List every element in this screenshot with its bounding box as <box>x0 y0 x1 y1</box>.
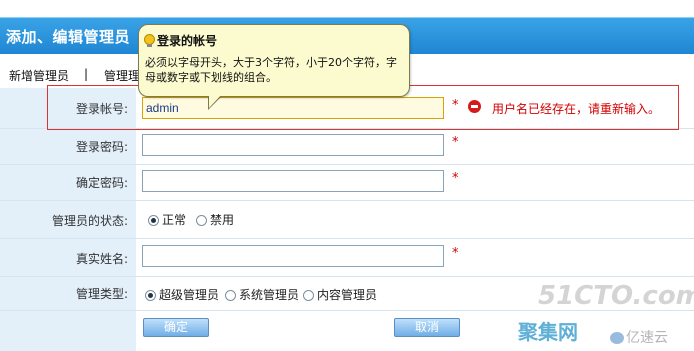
type-option-content[interactable]: 内容管理员 <box>303 286 377 303</box>
type-option-system[interactable]: 系统管理员 <box>225 286 299 303</box>
watermark-yisu: 亿速云 <box>610 327 668 347</box>
password-input[interactable] <box>142 134 444 156</box>
radio-system-admin[interactable] <box>225 290 236 301</box>
radio-disabled[interactable] <box>196 215 207 226</box>
account-error-message: 用户名已经存在，请重新输入。 <box>492 102 661 116</box>
tooltip-body: 必须以字母开头，大于3个字符，小于20个字符，字母或数字或下划线的组合。 <box>145 56 397 84</box>
realname-input[interactable] <box>142 245 444 267</box>
watermark-51cto: 51CTO.com <box>538 281 694 311</box>
error-icon <box>468 100 481 113</box>
radio-normal[interactable] <box>148 215 159 226</box>
cloud-logo-icon <box>610 332 624 344</box>
status-label: 管理员的状态: <box>51 214 128 228</box>
confirm-row: 确定密码: * <box>0 164 694 201</box>
realname-required-mark: * <box>452 246 459 261</box>
status-row: 管理员的状态: 正常 禁用 <box>0 200 694 239</box>
confirm-required-mark: * <box>452 171 459 186</box>
radio-content-admin[interactable] <box>303 290 314 301</box>
realname-label: 真实姓名: <box>75 252 128 266</box>
password-required-mark: * <box>452 135 459 150</box>
cancel-button[interactable]: 取消 <box>394 318 460 337</box>
tooltip-tail-inner <box>209 93 223 108</box>
add-admin-link[interactable]: 新增管理员 <box>9 67 69 84</box>
confirm-button[interactable]: 确定 <box>143 318 209 337</box>
watermark-jujiwang: 聚集网 <box>518 320 578 344</box>
password-row: 登录密码: * <box>0 128 694 165</box>
nav-separator: | <box>84 67 89 81</box>
status-option-normal[interactable]: 正常 <box>148 211 186 228</box>
status-option-disabled[interactable]: 禁用 <box>196 211 234 228</box>
lightbulb-icon <box>144 34 155 47</box>
admin-list-link[interactable]: 管理理 <box>104 67 140 84</box>
page-title: 添加、编辑管理员 <box>6 28 131 46</box>
tooltip-title: 登录的帐号 <box>157 34 218 48</box>
password-label: 登录密码: <box>75 140 128 154</box>
realname-row: 真实姓名: * <box>0 238 694 277</box>
confirm-password-input[interactable] <box>142 170 444 192</box>
type-label: 管理类型: <box>75 287 128 301</box>
type-option-super[interactable]: 超级管理员 <box>145 286 219 303</box>
confirm-label: 确定密码: <box>75 176 128 190</box>
field-hint-tooltip: 登录的帐号 必须以字母开头，大于3个字符，小于20个字符，字母或数字或下划线的组… <box>138 24 410 97</box>
radio-super-admin[interactable] <box>145 290 156 301</box>
